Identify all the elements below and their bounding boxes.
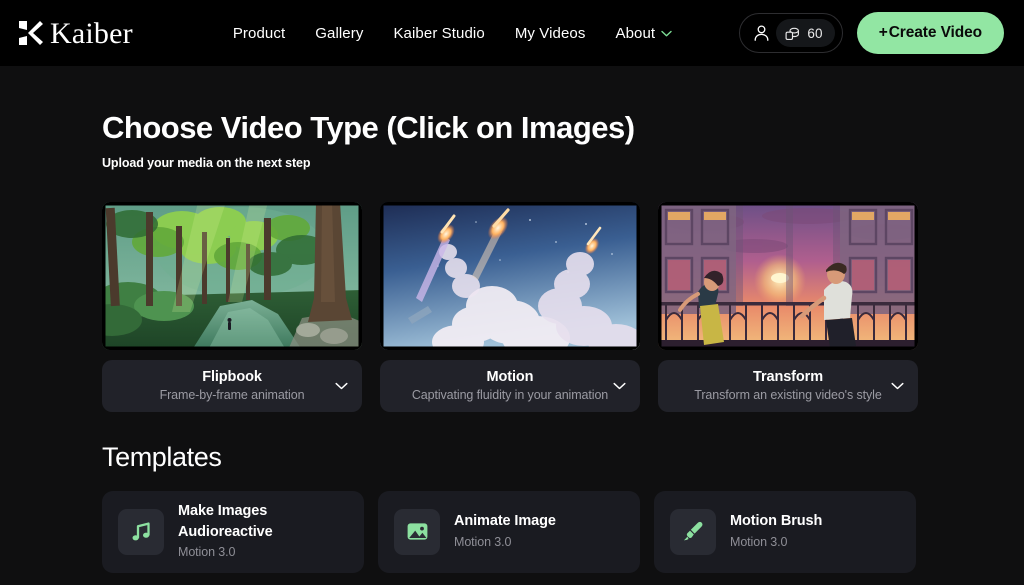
templates-row: Make Images Audioreactive Motion 3.0 Ani… xyxy=(102,490,1024,573)
kaiber-logo-icon xyxy=(18,19,44,47)
page-subtitle: Upload your media on the next step xyxy=(102,155,311,170)
image-icon xyxy=(394,508,440,555)
video-type-description: Frame-by-frame animation xyxy=(159,387,305,402)
template-model: Motion 3.0 xyxy=(454,535,512,550)
main-nav: Product Gallery Kaiber Studio My Videos … xyxy=(233,25,672,42)
video-type-description: Transform an existing video's style xyxy=(694,387,882,402)
template-card-make-images-audioreactive[interactable]: Make Images Audioreactive Motion 3.0 xyxy=(102,490,364,573)
credits-badge[interactable]: 60 xyxy=(776,19,835,47)
video-type-card-motion[interactable]: Motion Captivating fluidity in your anim… xyxy=(380,201,640,412)
music-note-icon xyxy=(118,508,164,555)
video-type-title: Transform xyxy=(752,368,823,385)
nav-item-label: Gallery xyxy=(315,24,364,42)
nav-item-my-videos[interactable]: My Videos xyxy=(515,25,586,42)
page-title: Choose Video Type (Click on Images) xyxy=(102,110,635,145)
video-type-title: Motion xyxy=(486,368,534,385)
user-icon[interactable] xyxy=(753,24,770,42)
account-pill[interactable]: 60 xyxy=(739,13,843,53)
template-card-animate-image[interactable]: Animate Image Motion 3.0 xyxy=(378,490,640,573)
templates-section-title: Templates xyxy=(102,441,222,472)
template-model: Motion 3.0 xyxy=(178,545,236,560)
create-video-label: Create Video xyxy=(888,24,982,41)
plus-icon: + xyxy=(878,24,888,41)
brand-name: Kaiber xyxy=(50,17,133,50)
nav-item-label: About xyxy=(615,24,656,42)
nav-item-about[interactable]: About xyxy=(615,25,672,42)
chevron-down-icon xyxy=(661,30,672,37)
nav-item-label: My Videos xyxy=(514,24,586,42)
video-type-label-transform[interactable]: Transform Transform an existing video's … xyxy=(658,359,918,412)
video-type-label-flipbook[interactable]: Flipbook Frame-by-frame animation xyxy=(102,359,362,412)
video-type-label-motion[interactable]: Motion Captivating fluidity in your anim… xyxy=(380,359,640,412)
template-model: Motion 3.0 xyxy=(730,535,788,550)
brand-logo[interactable]: Kaiber xyxy=(18,17,133,50)
video-type-description: Captivating fluidity in your animation xyxy=(411,387,609,402)
video-type-title: Flipbook xyxy=(202,368,262,385)
paint-brush-icon xyxy=(670,508,716,555)
nav-item-gallery[interactable]: Gallery xyxy=(315,25,363,42)
top-header: Kaiber Product Gallery Kaiber Studio My … xyxy=(0,0,1024,66)
coins-icon xyxy=(785,26,800,41)
video-type-thumbnail-transform[interactable] xyxy=(658,201,918,350)
template-card-motion-brush[interactable]: Motion Brush Motion 3.0 xyxy=(654,490,916,573)
nav-item-label: Kaiber Studio xyxy=(393,24,485,42)
template-name: Animate Image xyxy=(454,513,556,530)
video-type-row: Flipbook Frame-by-frame animation Motion… xyxy=(102,201,1024,412)
template-name: Make Images Audioreactive xyxy=(178,503,273,540)
header-right-controls: 60 + Create Video xyxy=(739,12,1004,54)
template-name: Motion Brush xyxy=(730,513,823,530)
create-video-button[interactable]: + Create Video xyxy=(856,12,1004,54)
video-type-thumbnail-flipbook[interactable] xyxy=(102,201,362,350)
credits-value: 60 xyxy=(807,25,823,41)
nav-item-product[interactable]: Product xyxy=(233,25,285,42)
nav-item-kaiber-studio[interactable]: Kaiber Studio xyxy=(393,25,484,42)
main-content: Choose Video Type (Click on Images) Uplo… xyxy=(0,110,1024,573)
video-type-card-transform[interactable]: Transform Transform an existing video's … xyxy=(658,201,918,412)
video-type-thumbnail-motion[interactable] xyxy=(380,201,640,350)
video-type-card-flipbook[interactable]: Flipbook Frame-by-frame animation xyxy=(102,201,362,412)
nav-item-label: Product xyxy=(232,24,286,42)
